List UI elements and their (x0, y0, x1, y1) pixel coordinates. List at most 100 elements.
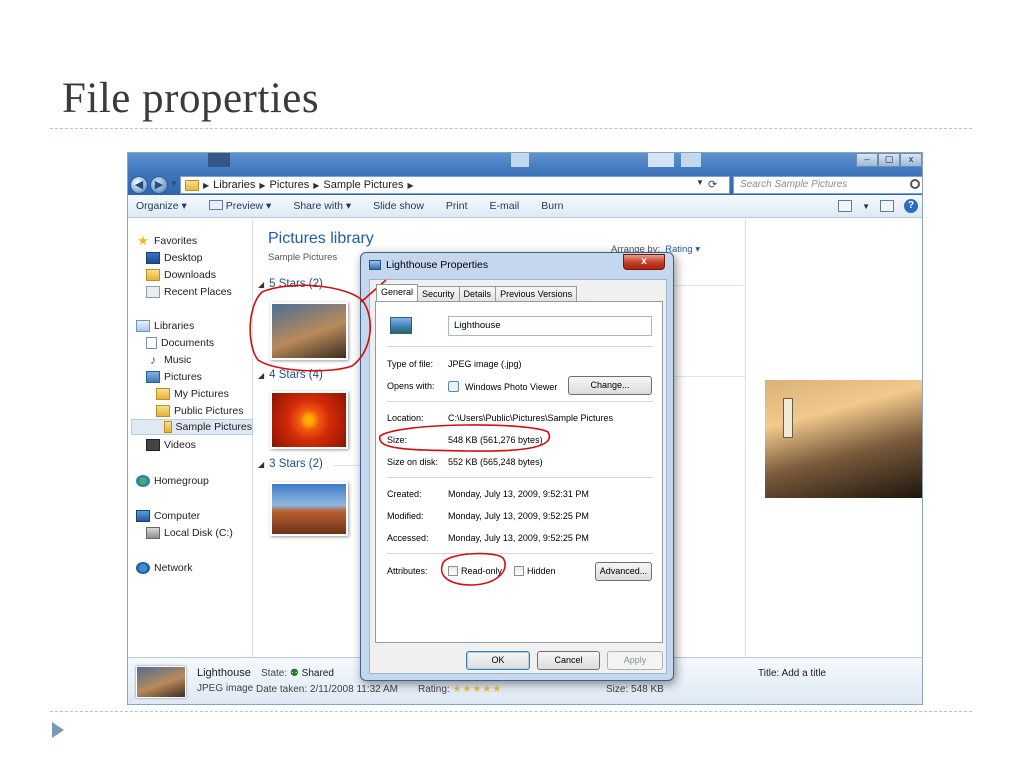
downloads-folder-icon (146, 269, 160, 281)
details-title[interactable]: Title: Add a title (758, 668, 826, 679)
nav-favorites[interactable]: ★ Favorites (136, 233, 197, 249)
nav-music[interactable]: ♪ Music (146, 352, 191, 368)
details-size: Size: 548 KB (606, 684, 664, 695)
breadcrumb-sample-pictures[interactable]: Sample Pictures (323, 179, 403, 191)
tab-previous-versions[interactable]: Previous Versions (495, 286, 578, 301)
group-header-4-stars[interactable]: ◢ 4 Stars (4) (258, 369, 323, 381)
location-value: C:\Users\Public\Pictures\Sample Pictures (448, 413, 614, 423)
nav-libraries[interactable]: Libraries (136, 318, 194, 334)
history-dropdown-icon[interactable]: ▼ (170, 179, 178, 188)
refresh-icon[interactable]: ⟳ (708, 178, 717, 191)
burn-button[interactable]: Burn (541, 200, 563, 212)
breadcrumb-libraries[interactable]: Libraries (213, 179, 255, 191)
address-dropdown-icon[interactable]: ▼ (696, 178, 704, 187)
nav-pictures[interactable]: Pictures (146, 369, 202, 385)
address-bar[interactable]: ▶ Libraries ▶ Pictures ▶ Sample Pictures… (180, 176, 730, 194)
details-rating[interactable]: Rating: ★★★★★ (418, 684, 502, 695)
hidden-checkbox[interactable]: Hidden (514, 566, 556, 576)
file-type-icon (390, 317, 412, 334)
chevron-right-icon[interactable]: ▶ (259, 181, 265, 190)
collapse-icon[interactable]: ◢ (258, 280, 264, 289)
change-view-icon[interactable] (838, 200, 853, 212)
thumbnail-chrysanthemum[interactable] (270, 391, 348, 449)
chevron-right-icon[interactable]: ▶ (408, 181, 414, 190)
modified-label: Modified: (387, 511, 424, 521)
maximize-button[interactable]: ▢ (878, 153, 900, 167)
library-icon (136, 320, 150, 332)
preview-pane (745, 219, 922, 657)
advanced-button[interactable]: Advanced... (595, 562, 652, 581)
forward-button[interactable]: ▶ (150, 176, 168, 194)
slide-show-button[interactable]: Slide show (373, 200, 424, 212)
folder-icon (164, 421, 172, 433)
minimize-button[interactable]: – (856, 153, 878, 167)
photo-viewer-icon (448, 381, 459, 392)
search-icon[interactable] (910, 179, 920, 189)
nav-my-pictures[interactable]: My Pictures (156, 386, 229, 402)
dialog-close-button[interactable]: x (623, 254, 665, 270)
chevron-right-icon[interactable]: ▶ (203, 181, 209, 190)
properties-dialog: Lighthouse Properties x General Security… (360, 252, 674, 681)
details-file-type: JPEG image (197, 683, 254, 694)
recent-places-icon (146, 286, 160, 298)
chevron-right-icon[interactable]: ▶ (313, 181, 319, 190)
cancel-button[interactable]: Cancel (537, 651, 600, 670)
nav-desktop[interactable]: Desktop (146, 250, 203, 266)
preview-pane-icon[interactable] (880, 200, 894, 212)
general-tab-panel: Lighthouse Type of file: JPEG image (.jp… (375, 301, 663, 643)
nav-public-pictures[interactable]: Public Pictures (156, 403, 243, 419)
footer-divider (50, 711, 972, 712)
nav-network[interactable]: Network (136, 560, 193, 576)
checkbox-box[interactable] (448, 566, 458, 576)
search-input[interactable]: Search Sample Pictures (733, 176, 922, 194)
nav-sample-pictures[interactable]: Sample Pictures (131, 419, 253, 435)
tab-general[interactable]: General (376, 284, 419, 301)
size-on-disk-value: 552 KB (565,248 bytes) (448, 457, 543, 467)
help-icon[interactable]: ? (904, 199, 918, 213)
collapse-icon[interactable]: ◢ (258, 371, 264, 380)
tab-details[interactable]: Details (458, 286, 497, 301)
email-button[interactable]: E-mail (490, 200, 520, 212)
details-state: State: ⚉ Shared (261, 668, 334, 679)
nav-recent-places[interactable]: Recent Places (146, 284, 232, 300)
nav-local-disk[interactable]: Local Disk (C:) (146, 525, 233, 541)
slide-title: File properties (62, 75, 320, 122)
ok-button[interactable]: OK (466, 651, 530, 670)
apply-button: Apply (607, 651, 663, 670)
breadcrumb-pictures[interactable]: Pictures (270, 179, 310, 191)
thumbnail-lighthouse[interactable] (270, 302, 348, 360)
change-button[interactable]: Change... (568, 376, 652, 395)
lighthouse-tower (783, 398, 793, 438)
read-only-checkbox[interactable]: Read-only (448, 566, 502, 576)
nav-homegroup[interactable]: Homegroup (136, 473, 209, 489)
opens-with-label: Opens with: (387, 381, 435, 391)
file-name-field[interactable]: Lighthouse (448, 316, 652, 336)
folder-icon (156, 388, 170, 400)
collapse-icon[interactable]: ◢ (258, 460, 264, 469)
rating-stars[interactable]: ★★★★★ (452, 684, 502, 695)
library-title: Pictures library (268, 230, 374, 247)
disk-drive-icon (146, 527, 160, 539)
shared-icon: ⚉ (289, 668, 299, 679)
back-button[interactable]: ◀ (130, 176, 148, 194)
close-button[interactable]: x (900, 153, 922, 167)
group-header-3-stars[interactable]: ◢ 3 Stars (2) (258, 458, 323, 470)
chevron-down-icon[interactable]: ▼ (862, 202, 870, 211)
nav-documents[interactable]: Documents (146, 335, 214, 351)
group-header-5-stars[interactable]: ◢ 5 Stars (2) (258, 278, 323, 290)
preview-image-lighthouse (765, 380, 922, 498)
thumbnail-desert[interactable] (270, 482, 348, 536)
organize-button[interactable]: Organize ▾ (136, 200, 187, 212)
folder-icon (185, 179, 199, 191)
nav-computer[interactable]: Computer (136, 508, 200, 524)
tab-security[interactable]: Security (417, 286, 460, 301)
slide-bullet-icon (52, 722, 64, 738)
share-with-button[interactable]: Share with ▾ (293, 200, 351, 212)
nav-downloads[interactable]: Downloads (146, 267, 216, 283)
checkbox-box[interactable] (514, 566, 524, 576)
preview-button[interactable]: Preview ▾ (208, 200, 271, 212)
print-button[interactable]: Print (446, 200, 468, 212)
command-bar: Organize ▾ Preview ▾ Share with ▾ Slide … (128, 195, 922, 218)
nav-videos[interactable]: Videos (146, 437, 196, 453)
accessed-label: Accessed: (387, 533, 429, 543)
